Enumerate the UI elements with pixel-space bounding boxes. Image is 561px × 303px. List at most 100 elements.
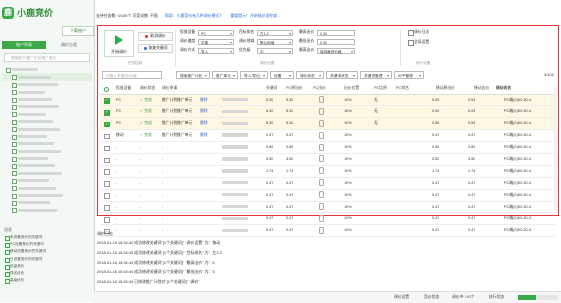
delete-link[interactable]: 删除 xyxy=(200,95,208,106)
column-header[interactable]: 移动原出价 xyxy=(436,84,455,94)
import-export-button[interactable]: 导入/导出 xyxy=(240,71,268,80)
sidebar-filter-item[interactable]: 排名优化 xyxy=(2,270,92,278)
tree-item[interactable] xyxy=(2,66,92,73)
row-checkbox[interactable] xyxy=(104,121,110,128)
sidebar-filter-item[interactable]: PC设置竞价的关键词 xyxy=(2,241,92,249)
row-checkbox[interactable] xyxy=(104,193,110,199)
region-select[interactable]: 默认地域 xyxy=(257,38,293,46)
sidebar-filter-item[interactable]: 移动设置竞价的关键词 xyxy=(2,248,92,256)
min-bid-input[interactable]: 0.30 xyxy=(317,38,355,45)
tree-item[interactable] xyxy=(2,199,92,207)
table-row[interactable]: - - - 0.89 0.89 10% 0.89 0.89 PC端(2)K0.30-4 xyxy=(100,142,556,154)
column-header[interactable]: 移动出价 xyxy=(474,84,489,94)
tree-checkbox[interactable] xyxy=(12,208,17,214)
priority-select[interactable]: 中 xyxy=(257,47,293,55)
bid-device-select[interactable]: PC xyxy=(198,29,234,37)
row-checkbox[interactable] xyxy=(104,145,110,152)
table-row[interactable]: - - - 1.74 1.74 10% 1.74 1.74 PC端(2)K0.30-4 xyxy=(100,166,556,178)
tree-checkbox[interactable] xyxy=(12,75,17,81)
tree-item[interactable] xyxy=(2,96,92,103)
keyword-search-input[interactable]: 已输入关键词/后缀 xyxy=(102,71,162,79)
table-row[interactable]: PC ✓ 完成 推广计划推广单元 删除 5.30 5.30 10% 无 0.56 0.53 PC端(… xyxy=(100,118,556,131)
table-row[interactable]: PC ✓ 完成 推广计划推广单元 删除 5.30 5.30 10% 无 0.53 0.53 PC端(… xyxy=(100,106,556,119)
status-adjust-settings[interactable]: 调价设置 xyxy=(394,292,409,303)
tree-checkbox[interactable] xyxy=(12,193,17,199)
table-row[interactable]: - - - 0.47 0.47 10% 0.47 0.47 PC端(2)K0.30-4 xyxy=(100,202,556,214)
table-row[interactable]: - - - 3.50 3.50 10% 3.50 3.50 PC端(2)K0.30-4 xyxy=(100,154,556,166)
column-header[interactable]: 出价位置 xyxy=(344,84,359,94)
column-header[interactable]: 调价申请 xyxy=(162,84,177,94)
column-header[interactable]: 调价方式 xyxy=(496,84,511,94)
tab-account-list[interactable]: 账户列表 xyxy=(2,41,46,49)
max-bid-input[interactable]: 0.30 xyxy=(317,29,355,36)
tree-checkbox[interactable] xyxy=(12,178,17,184)
account-tree[interactable] xyxy=(2,66,92,214)
stop-adjust-button[interactable]: 取消调价 xyxy=(138,32,173,41)
column-header[interactable]: 调价状态 xyxy=(140,84,155,94)
sidebar-filter-item[interactable]: 高级优化 xyxy=(2,277,92,285)
tree-checkbox[interactable] xyxy=(12,156,17,162)
keyword-status-filter[interactable]: 关键词状态 xyxy=(326,71,358,80)
tree-checkbox[interactable] xyxy=(6,68,11,73)
column-header[interactable]: 关键词 xyxy=(266,84,277,94)
row-checkbox[interactable] xyxy=(104,181,110,187)
tree-checkbox[interactable] xyxy=(12,112,17,118)
target-rank-select[interactable]: 左1-2 xyxy=(257,29,293,37)
tree-checkbox[interactable] xyxy=(12,171,17,177)
after-bid-select[interactable]: 保持最低价格 xyxy=(317,47,355,55)
tree-item[interactable] xyxy=(2,177,92,184)
delete-link[interactable]: 删除 xyxy=(200,118,208,129)
help-link[interactable]: 帮助：小鹿竞价有几种调价模式？ xyxy=(165,13,223,18)
table-row[interactable]: 移动 ✓ 完成 推广计划推广单元 删除 0.47 0.47 10% 0.47 0.47 PC端(2… xyxy=(100,130,556,143)
tree-item[interactable] xyxy=(2,162,92,170)
tree-item[interactable] xyxy=(2,110,92,118)
tree-checkbox[interactable] xyxy=(12,119,17,125)
tree-item[interactable] xyxy=(2,81,92,88)
column-header[interactable]: PC比例 xyxy=(374,84,387,94)
row-checkbox[interactable] xyxy=(104,133,110,140)
tree-item[interactable] xyxy=(2,103,92,110)
delete-link[interactable]: 删除 xyxy=(200,106,208,117)
tree-item[interactable] xyxy=(2,118,92,125)
select-all-checkbox[interactable] xyxy=(104,87,110,93)
table-row[interactable]: - - - 0.47 0.47 10% 0.47 0.47 PC端(2)K0.30-4 xyxy=(100,190,556,202)
tree-item[interactable] xyxy=(2,88,92,96)
tree-item[interactable] xyxy=(2,206,92,214)
tree-item[interactable] xyxy=(2,140,92,147)
adjust-log-checkbox[interactable]: 调价日志 xyxy=(408,29,429,36)
tree-checkbox[interactable] xyxy=(12,97,17,103)
column-header[interactable]: PC排名 xyxy=(396,84,409,94)
column-header[interactable]: PC出价 xyxy=(313,84,326,94)
tree-checkbox[interactable] xyxy=(12,127,17,133)
sidebar-filter-item[interactable]: 已设置竞价的关键词 xyxy=(2,256,92,263)
tree-item[interactable] xyxy=(2,133,92,140)
tree-checkbox[interactable] xyxy=(12,201,17,207)
column-header[interactable]: PC原出价 xyxy=(286,84,303,94)
column-header[interactable]: 投放设备 xyxy=(116,84,131,94)
adjust-speed-select[interactable]: 平衡 xyxy=(198,38,234,46)
tree-item[interactable] xyxy=(2,184,92,192)
tree-checkbox[interactable] xyxy=(12,149,17,155)
table-row[interactable]: PC ✓ 完成 推广计划推广单元 删除 5.30 5.30 10% 无 0.53 0.53 PC端(… xyxy=(100,94,556,107)
row-checkbox[interactable] xyxy=(104,217,110,223)
tree-checkbox[interactable] xyxy=(12,186,17,192)
tab-adjust-category[interactable]: 调价分类 xyxy=(47,41,91,49)
notice-link[interactable]: 重要提示！开始前必须检查... xyxy=(230,13,280,18)
sidebar-filter-item[interactable]: 批量竞价 xyxy=(2,263,92,270)
table-scrollbar[interactable] xyxy=(554,85,557,211)
row-checkbox[interactable] xyxy=(104,97,110,104)
restore-keyword-button[interactable]: 恢复关键词 xyxy=(138,44,173,53)
sidebar-search-input[interactable]: 搜索账户/推广计划/推广单元 xyxy=(4,53,90,62)
tree-checkbox[interactable] xyxy=(12,90,17,96)
row-checkbox[interactable] xyxy=(104,109,110,116)
plan-filter[interactable]: 搜索推广计划 xyxy=(176,71,210,80)
app-manage-button[interactable]: APP管理 xyxy=(394,71,424,80)
tree-item[interactable] xyxy=(2,155,92,162)
keyword-manage-button[interactable]: 关键词管理 xyxy=(360,71,392,80)
settings-button[interactable]: 设置 xyxy=(270,71,294,80)
download-account-button[interactable]: 下载账户 xyxy=(62,26,94,36)
global-settings-checkbox[interactable]: 全局设置 xyxy=(408,39,429,46)
tree-checkbox[interactable] xyxy=(12,164,17,170)
tree-checkbox[interactable] xyxy=(12,104,17,110)
unit-filter[interactable]: 推广单元 xyxy=(212,71,238,80)
